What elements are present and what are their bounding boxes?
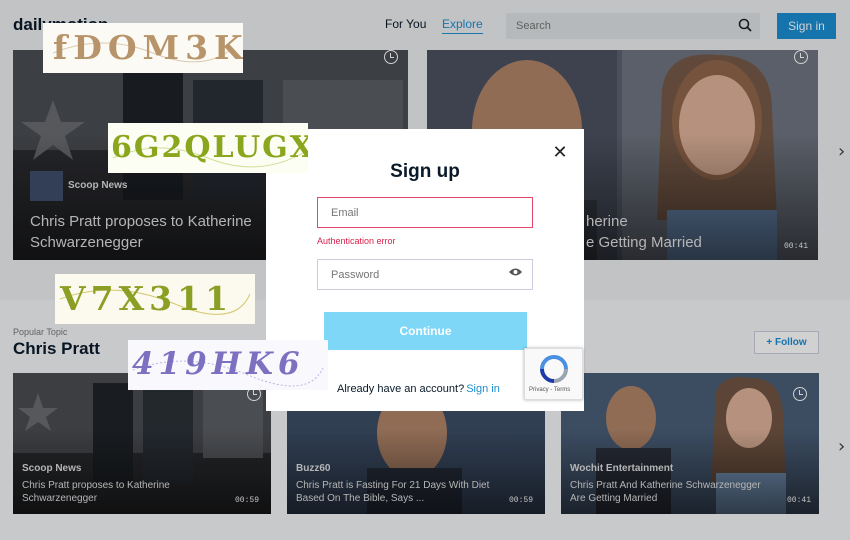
continue-button[interactable]: Continue: [324, 312, 527, 350]
modal-title: Sign up: [390, 161, 460, 182]
recaptcha-icon: [540, 355, 568, 383]
close-icon[interactable]: ✕: [552, 144, 568, 162]
password-field[interactable]: [317, 259, 533, 290]
captcha-image-2: 6G2QLUGX: [108, 123, 308, 173]
eye-icon[interactable]: [508, 267, 523, 277]
email-field[interactable]: [317, 197, 533, 228]
recaptcha-badge[interactable]: Privacy - Terms: [524, 348, 583, 400]
error-message: Authentication error: [317, 236, 396, 246]
captcha-image-3: V7X311: [55, 274, 255, 324]
signin-link[interactable]: Sign in: [466, 383, 500, 395]
page: dailymotion For You Explore Sign in Scoo…: [0, 0, 850, 540]
signin-prompt: Already have an account? Sign in: [337, 383, 500, 395]
captcha-image-4: 419HK6: [128, 340, 328, 390]
captcha-image-1: fDOM3K: [43, 23, 243, 73]
privacy-terms[interactable]: Privacy - Terms: [529, 387, 570, 393]
